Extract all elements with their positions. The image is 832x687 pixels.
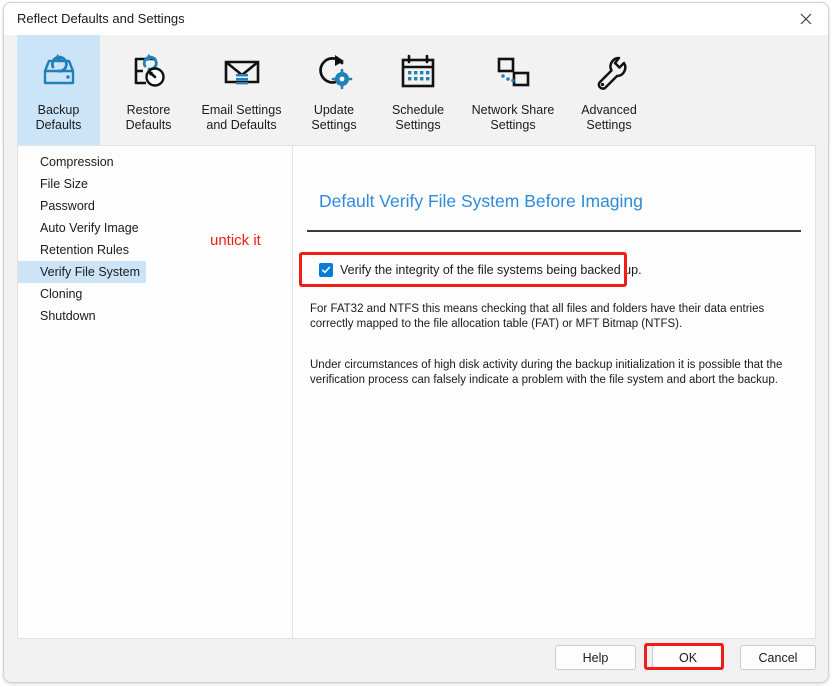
settings-panel: Compression File Size Password Auto Veri… <box>17 145 816 639</box>
tab-label: Backup Defaults <box>35 103 82 132</box>
annotation-untick-it: untick it <box>210 232 261 249</box>
dialog-footer: Help OK Cancel <box>4 637 828 682</box>
tab-label: Update Settings <box>311 103 357 132</box>
wrench-icon <box>586 46 632 98</box>
title-bar: Reflect Defaults and Settings <box>4 3 828 35</box>
tab-restore-defaults[interactable]: Restore Defaults <box>106 35 191 145</box>
tab-advanced-settings[interactable]: Advanced Settings <box>566 35 652 145</box>
sidebar-item-retention-rules[interactable]: Retention Rules <box>18 239 135 261</box>
cancel-button[interactable]: Cancel <box>740 645 816 670</box>
sidebar-item-shutdown[interactable]: Shutdown <box>18 305 102 327</box>
page-title: Default Verify File System Before Imagin… <box>319 191 643 211</box>
tab-label: Restore Defaults <box>125 103 172 132</box>
help-button[interactable]: Help <box>555 645 636 670</box>
sidebar-item-cloning[interactable]: Cloning <box>18 283 88 305</box>
list-item: File Size <box>18 173 292 195</box>
sidebar-item-file-size[interactable]: File Size <box>18 173 94 195</box>
email-envelope-icon <box>219 46 265 98</box>
list-item: Shutdown <box>18 305 292 327</box>
tab-label: Schedule Settings <box>391 103 445 132</box>
verify-integrity-checkbox[interactable] <box>319 263 333 277</box>
backup-disk-refresh-icon <box>36 46 82 98</box>
window-title: Reflect Defaults and Settings <box>17 11 185 26</box>
tab-label: Email Settings and Defaults <box>201 103 282 132</box>
close-icon[interactable] <box>783 3 828 34</box>
ok-button[interactable]: OK <box>652 645 724 670</box>
verify-integrity-checkbox-row[interactable]: Verify the integrity of the file systems… <box>319 263 642 277</box>
sidebar-item-auto-verify-image[interactable]: Auto Verify Image <box>18 217 145 239</box>
sidebar-item-compression[interactable]: Compression <box>18 151 120 173</box>
settings-content: Default Verify File System Before Imagin… <box>293 146 815 638</box>
verify-integrity-checkbox-label: Verify the integrity of the file systems… <box>340 263 642 277</box>
tab-network-share-settings[interactable]: Network Share Settings <box>460 35 566 145</box>
list-item: Password <box>18 195 292 217</box>
update-gear-icon <box>311 46 357 98</box>
calendar-icon <box>395 46 441 98</box>
tab-label: Advanced Settings <box>581 103 637 132</box>
tab-label: Network Share Settings <box>471 103 555 132</box>
list-item: Verify File System <box>18 261 292 283</box>
settings-toolbar: Backup Defaults Restore Defaults Email S… <box>4 35 828 145</box>
heading-separator <box>307 230 801 232</box>
sidebar-item-password[interactable]: Password <box>18 195 101 217</box>
description-paragraph-2: Under circumstances of high disk activit… <box>310 359 783 386</box>
description-paragraph-1: For FAT32 and NTFS this means checking t… <box>310 303 765 330</box>
restore-clock-icon <box>126 46 172 98</box>
settings-dialog-window: Reflect Defaults and Settings Backup Def… <box>3 2 829 683</box>
tab-backup-defaults[interactable]: Backup Defaults <box>17 35 100 145</box>
network-share-icon <box>490 46 536 98</box>
list-item: Cloning <box>18 283 292 305</box>
tab-update-settings[interactable]: Update Settings <box>292 35 376 145</box>
sidebar-item-verify-file-system[interactable]: Verify File System <box>18 261 147 283</box>
tab-email-settings[interactable]: Email Settings and Defaults <box>191 35 292 145</box>
tab-schedule-settings[interactable]: Schedule Settings <box>376 35 460 145</box>
list-item: Compression <box>18 151 292 173</box>
